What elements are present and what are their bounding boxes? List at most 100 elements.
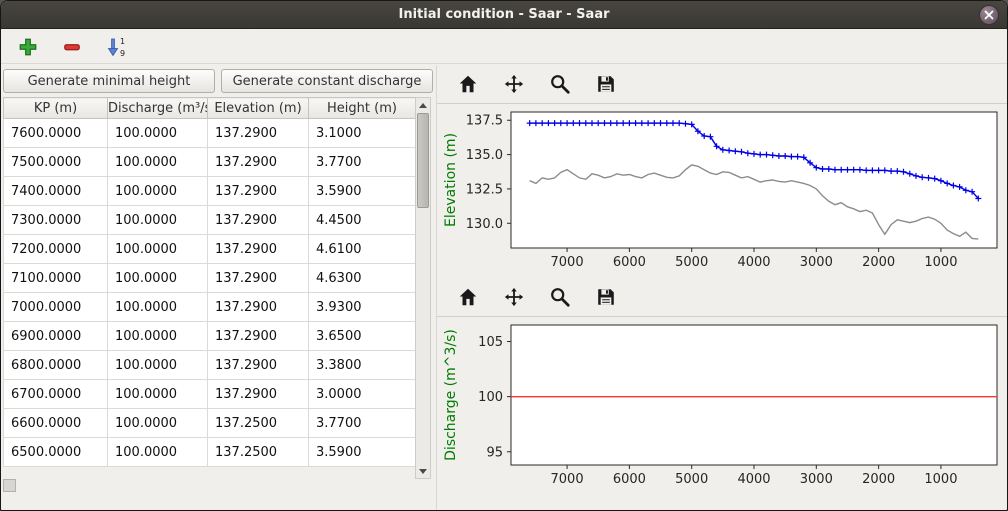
table-row: 7100.0000100.0000137.29004.6300 [4, 264, 416, 293]
svg-text:Elevation (m): Elevation (m) [443, 133, 459, 227]
table-cell[interactable]: 4.4500 [309, 206, 416, 235]
table-row: 7600.0000100.0000137.29003.1000 [4, 119, 416, 148]
table-cell[interactable]: 100.0000 [108, 264, 208, 293]
table-row: 7200.0000100.0000137.29004.6100 [4, 235, 416, 264]
table-cell[interactable]: 3.0000 [309, 380, 416, 409]
table-cell[interactable]: 137.2900 [208, 235, 309, 264]
header-discharge[interactable]: Discharge (m³/s) [108, 98, 208, 119]
table-cell[interactable]: 137.2900 [208, 206, 309, 235]
table-cell[interactable]: 137.2500 [208, 409, 309, 438]
table-cell[interactable]: 137.2900 [208, 119, 309, 148]
table-cell[interactable]: 100.0000 [108, 177, 208, 206]
table-cell[interactable]: 7400.0000 [4, 177, 108, 206]
table-cell[interactable]: 3.7700 [309, 409, 416, 438]
header-kp[interactable]: KP (m) [4, 98, 108, 119]
minus-icon [62, 37, 82, 57]
svg-text:3000: 3000 [800, 255, 833, 270]
table-cell[interactable]: 4.6100 [309, 235, 416, 264]
home-button[interactable] [455, 284, 481, 310]
table-cell[interactable]: 100.0000 [108, 351, 208, 380]
save-icon [595, 73, 617, 95]
remove-row-button[interactable] [59, 34, 85, 60]
svg-text:137.5: 137.5 [466, 114, 503, 129]
table-cell[interactable]: 3.3800 [309, 351, 416, 380]
scrollbar-thumb[interactable] [417, 113, 429, 208]
zoom-button[interactable] [547, 71, 573, 97]
titlebar[interactable]: Initial condition - Saar - Saar [1, 1, 1007, 29]
pan-button[interactable] [501, 284, 527, 310]
table-cell[interactable]: 100.0000 [108, 148, 208, 177]
table-cell[interactable]: 3.1000 [309, 119, 416, 148]
svg-text:6000: 6000 [613, 472, 646, 487]
pan-icon [503, 73, 525, 95]
table-cell[interactable]: 6500.0000 [4, 438, 108, 467]
table-panel: Generate minimal height Generate constan… [1, 65, 435, 510]
table-cell[interactable]: 100.0000 [108, 119, 208, 148]
table-cell[interactable]: 100.0000 [108, 206, 208, 235]
table-cell[interactable]: 7300.0000 [4, 206, 108, 235]
elevation-chart-toolbar [437, 65, 1007, 104]
svg-text:2000: 2000 [862, 472, 895, 487]
elevation-chart[interactable]: 7000600050004000300020001000130.0132.513… [437, 104, 1007, 276]
table-cell[interactable]: 100.0000 [108, 293, 208, 322]
svg-text:7000: 7000 [551, 255, 584, 270]
table-cell[interactable]: 100.0000 [108, 322, 208, 351]
scroll-down-button[interactable] [416, 464, 430, 478]
header-elevation[interactable]: Elevation (m) [208, 98, 309, 119]
table-cell[interactable]: 7100.0000 [4, 264, 108, 293]
add-row-button[interactable] [15, 34, 41, 60]
discharge-chart[interactable]: 700060005000400030002000100095100105Disc… [437, 317, 1007, 493]
table-cell[interactable]: 3.5900 [309, 438, 416, 467]
header-height[interactable]: Height (m) [309, 98, 416, 119]
table-vertical-scrollbar[interactable] [415, 97, 431, 479]
table-cell[interactable]: 137.2900 [208, 322, 309, 351]
scroll-up-button[interactable] [416, 98, 430, 112]
table-cell[interactable]: 7600.0000 [4, 119, 108, 148]
table-cell[interactable]: 3.5900 [309, 177, 416, 206]
table-cell[interactable]: 7000.0000 [4, 293, 108, 322]
table-cell[interactable]: 6700.0000 [4, 380, 108, 409]
generate-constant-discharge-button[interactable]: Generate constant discharge [221, 69, 433, 93]
initial-condition-table: KP (m) Discharge (m³/s) Elevation (m) He… [3, 97, 416, 467]
table-cell[interactable]: 137.2900 [208, 264, 309, 293]
sort-button[interactable]: 1 9 [103, 34, 129, 60]
table-cell[interactable]: 100.0000 [108, 438, 208, 467]
table-cell[interactable]: 6900.0000 [4, 322, 108, 351]
table-cell[interactable]: 7500.0000 [4, 148, 108, 177]
table-cell[interactable]: 6800.0000 [4, 351, 108, 380]
table-cell[interactable]: 137.2900 [208, 293, 309, 322]
generate-minimal-height-button[interactable]: Generate minimal height [3, 69, 215, 93]
table-cell[interactable]: 100.0000 [108, 380, 208, 409]
close-button[interactable] [979, 5, 999, 25]
table-cell[interactable]: 3.7700 [309, 148, 416, 177]
discharge-chart-toolbar [437, 278, 1007, 317]
zoom-icon [549, 73, 571, 95]
table-cell[interactable]: 6600.0000 [4, 409, 108, 438]
svg-text:6000: 6000 [613, 255, 646, 270]
zoom-button[interactable] [547, 284, 573, 310]
svg-text:5000: 5000 [675, 255, 708, 270]
table-cell[interactable]: 3.6500 [309, 322, 416, 351]
table-cell[interactable]: 7200.0000 [4, 235, 108, 264]
table-cell[interactable]: 100.0000 [108, 235, 208, 264]
table-cell[interactable]: 137.2900 [208, 177, 309, 206]
table-cell[interactable]: 3.9300 [309, 293, 416, 322]
table-cell[interactable]: 137.2900 [208, 380, 309, 409]
table-cell[interactable]: 100.0000 [108, 409, 208, 438]
sort-1-9-icon: 1 9 [105, 36, 127, 58]
table-row: 6800.0000100.0000137.29003.3800 [4, 351, 416, 380]
pan-button[interactable] [501, 71, 527, 97]
table-cell[interactable]: 137.2500 [208, 438, 309, 467]
home-button[interactable] [455, 71, 481, 97]
table-cell[interactable]: 137.2900 [208, 351, 309, 380]
initial-condition-window: Initial condition - Saar - Saar 1 9 [0, 0, 1008, 511]
svg-text:2000: 2000 [862, 255, 895, 270]
arrow-up-icon [419, 103, 427, 108]
save-button[interactable] [593, 71, 619, 97]
table-cell[interactable]: 137.2900 [208, 148, 309, 177]
save-button[interactable] [593, 284, 619, 310]
table-cell[interactable]: 4.6300 [309, 264, 416, 293]
table-row: 6600.0000100.0000137.25003.7700 [4, 409, 416, 438]
horizontal-scrollbar-stub[interactable] [3, 479, 16, 492]
svg-text:132.5: 132.5 [466, 182, 503, 197]
